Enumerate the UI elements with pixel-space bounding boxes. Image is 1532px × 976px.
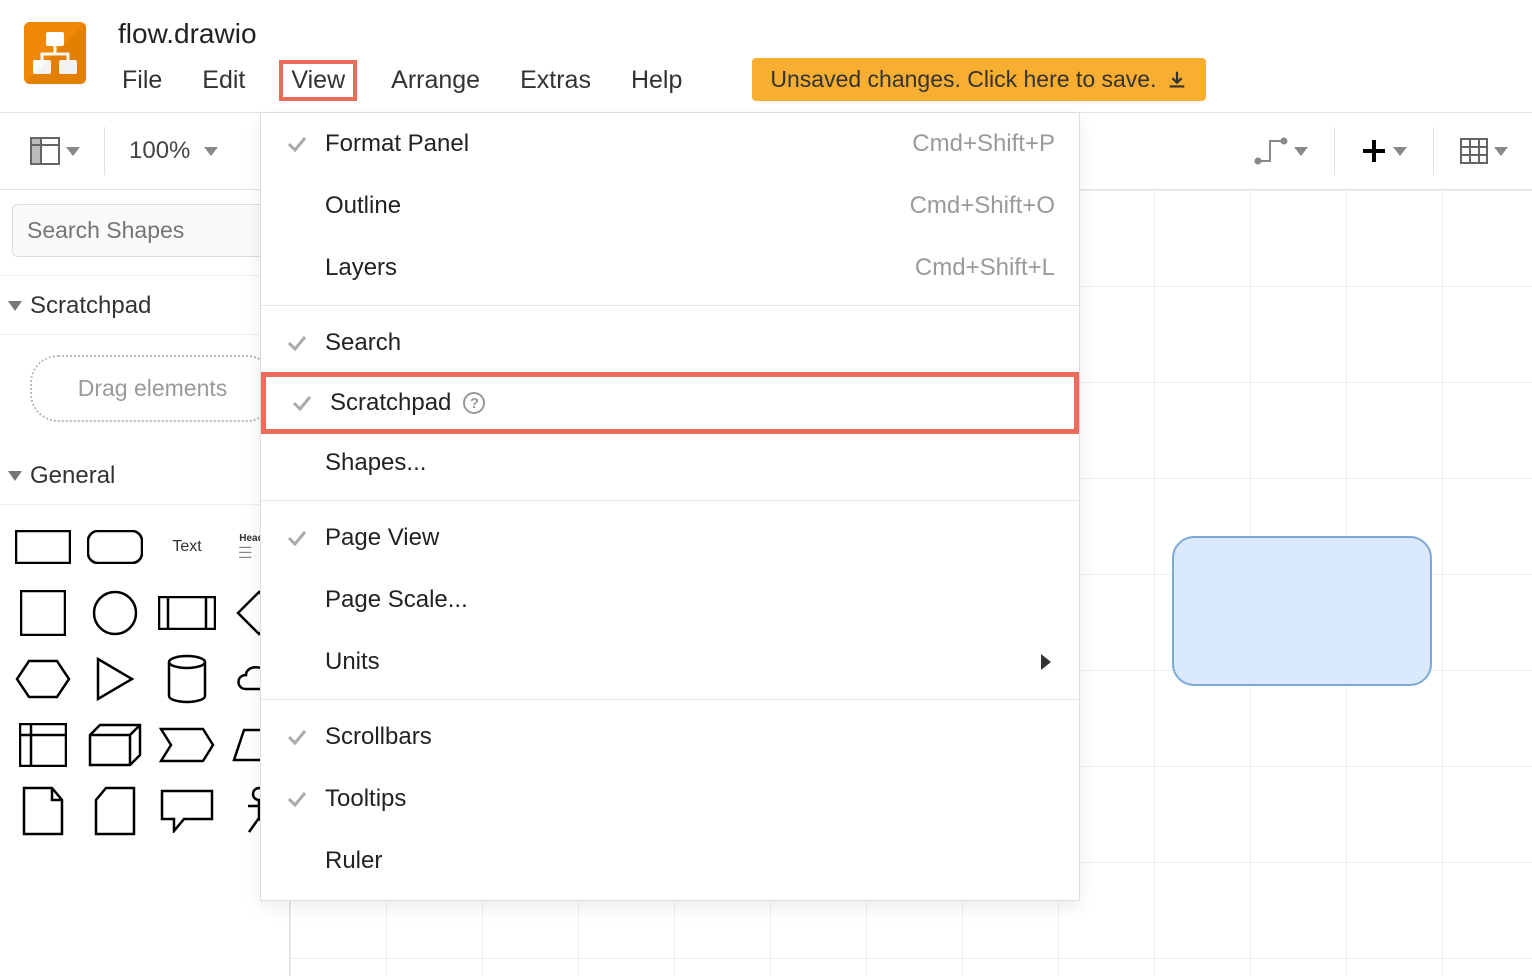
menu-item-scrollbars[interactable]: Scrollbars: [261, 706, 1079, 768]
check-icon: [281, 725, 313, 749]
menu-item-layers[interactable]: Layers Cmd+Shift+L: [261, 237, 1079, 299]
menu-item-search[interactable]: Search: [261, 312, 1079, 374]
sidebar: Scratchpad Drag elements General Text He…: [0, 190, 290, 976]
menu-view[interactable]: View: [279, 60, 357, 101]
shape-process[interactable]: [156, 585, 218, 641]
shape-callout[interactable]: [156, 783, 218, 839]
file-title[interactable]: flow.drawio: [116, 14, 1206, 60]
menu-item-outline[interactable]: Outline Cmd+Shift+O: [261, 175, 1079, 237]
check-icon: [281, 132, 313, 156]
shape-rectangle[interactable]: [12, 519, 74, 575]
sidebar-toggle-button[interactable]: [30, 137, 80, 165]
menu-item-page-view[interactable]: Page View: [261, 507, 1079, 569]
menu-edit[interactable]: Edit: [196, 62, 251, 99]
caret-down-icon: [1393, 147, 1407, 156]
divider: [1433, 127, 1434, 175]
menu-item-ruler[interactable]: Ruler: [261, 830, 1079, 892]
divider: [1334, 127, 1335, 175]
divider: [104, 127, 105, 175]
search-input[interactable]: [12, 204, 277, 257]
shape-internal-storage[interactable]: [12, 717, 74, 773]
view-dropdown: Format Panel Cmd+Shift+P Outline Cmd+Shi…: [260, 112, 1080, 901]
menu-arrange[interactable]: Arrange: [385, 62, 486, 99]
menu-help[interactable]: Help: [625, 62, 688, 99]
caret-down-icon: [1494, 147, 1508, 156]
separator: [261, 305, 1079, 306]
shape-card[interactable]: [84, 783, 146, 839]
app-logo: [24, 22, 86, 84]
plus-icon: [1361, 138, 1387, 164]
toolbar-right: [1254, 127, 1508, 175]
scratchpad-label: Scratchpad: [30, 292, 151, 320]
menu-file[interactable]: File: [116, 62, 168, 99]
menu-item-tooltips[interactable]: Tooltips: [261, 768, 1079, 830]
shape-square[interactable]: [12, 585, 74, 641]
submenu-arrow-icon: [1041, 654, 1051, 670]
menu-item-format-panel[interactable]: Format Panel Cmd+Shift+P: [261, 113, 1079, 175]
shapes-palette: Text Heading━━━━━━━━━━━━: [0, 505, 289, 853]
shape-cube[interactable]: [84, 717, 146, 773]
shape-hexagon[interactable]: [12, 651, 74, 707]
shape-triangle[interactable]: [84, 651, 146, 707]
waypoint-button[interactable]: [1254, 137, 1308, 165]
download-icon: [1166, 69, 1188, 91]
shape-step[interactable]: [156, 717, 218, 773]
menubar: File Edit View Arrange Extras Help Unsav…: [116, 60, 1206, 101]
caret-down-icon: [66, 147, 80, 156]
menu-item-shapes[interactable]: Shapes...: [261, 432, 1079, 494]
caret-down-icon: [1294, 147, 1308, 156]
chevron-down-icon: [8, 301, 22, 311]
unsaved-banner-label: Unsaved changes. Click here to save.: [770, 66, 1156, 93]
menu-item-page-scale[interactable]: Page Scale...: [261, 569, 1079, 631]
panel-icon: [30, 137, 60, 165]
menu-item-units[interactable]: Units: [261, 631, 1079, 693]
chevron-down-icon: [8, 471, 22, 481]
table-icon: [1460, 138, 1488, 164]
scratchpad-hint: Drag elements: [78, 375, 228, 401]
check-icon: [286, 391, 318, 415]
zoom-label: 100%: [129, 137, 198, 165]
check-icon: [281, 526, 313, 550]
insert-button[interactable]: [1361, 138, 1407, 164]
scratchpad-section-head[interactable]: Scratchpad: [0, 276, 289, 335]
shape-rounded-rectangle[interactable]: [84, 519, 146, 575]
header: flow.drawio File Edit View Arrange Extra…: [0, 0, 1532, 112]
table-button[interactable]: [1460, 138, 1508, 164]
search-wrap: [0, 190, 289, 276]
unsaved-banner[interactable]: Unsaved changes. Click here to save.: [752, 58, 1206, 101]
menu-item-scratchpad[interactable]: Scratchpad ?: [261, 372, 1079, 434]
shape-note[interactable]: [12, 783, 74, 839]
check-icon: [281, 331, 313, 355]
caret-down-icon: [204, 147, 218, 156]
help-icon[interactable]: ?: [463, 392, 485, 414]
check-icon: [281, 787, 313, 811]
separator: [261, 699, 1079, 700]
title-and-menu: flow.drawio File Edit View Arrange Extra…: [116, 14, 1206, 101]
scratchpad-dropzone[interactable]: Drag elements: [30, 355, 275, 422]
general-label: General: [30, 462, 115, 490]
zoom-dropdown[interactable]: 100%: [129, 137, 218, 165]
canvas-rounded-rect-shape[interactable]: [1172, 536, 1432, 686]
shape-text[interactable]: Text: [156, 519, 218, 575]
shape-circle[interactable]: [84, 585, 146, 641]
general-section-head[interactable]: General: [0, 446, 289, 505]
separator: [261, 500, 1079, 501]
shape-cylinder[interactable]: [156, 651, 218, 707]
waypoint-icon: [1254, 137, 1288, 165]
menu-extras[interactable]: Extras: [514, 62, 597, 99]
